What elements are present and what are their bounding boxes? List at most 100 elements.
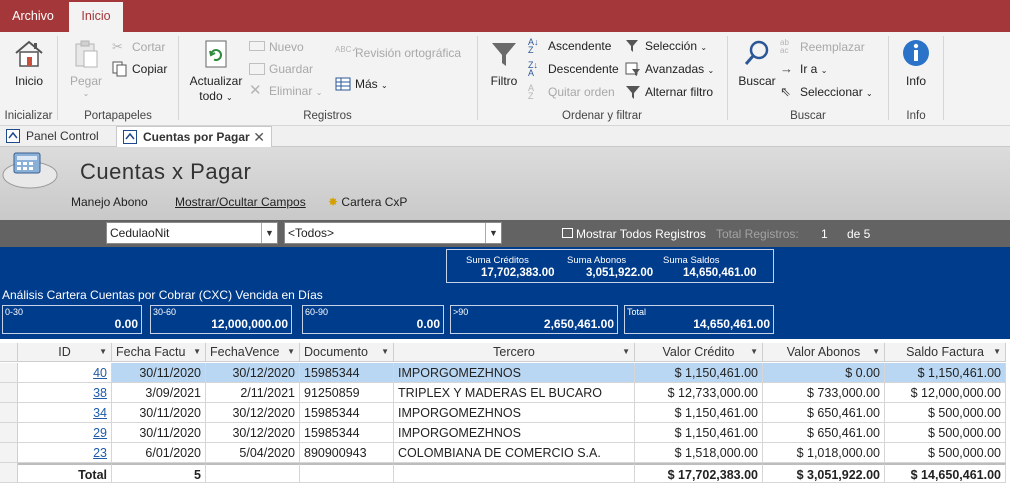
column-header-id[interactable]: ID ▼ <box>18 343 112 362</box>
cell-valor-credito[interactable]: $ 1,150,461.00 <box>635 403 763 423</box>
id-link[interactable]: 34 <box>93 406 107 420</box>
row-selector[interactable] <box>0 363 18 383</box>
tab-inicio[interactable]: Inicio <box>69 2 123 32</box>
filtro-button[interactable]: Filtro <box>486 36 522 88</box>
select-all-corner[interactable] <box>0 343 18 362</box>
cell-saldo-factura[interactable]: $ 500,000.00 <box>885 403 1006 423</box>
chevron-down-icon[interactable]: ▼ <box>993 343 1001 361</box>
chevron-down-icon[interactable]: ▼ <box>872 343 880 361</box>
cell-tercero[interactable]: COLOMBIANA DE COMERCIO S.A. <box>394 443 635 463</box>
guardar-button[interactable]: Guardar <box>249 59 313 79</box>
cell-fecha-vence[interactable]: 5/04/2020 <box>206 443 300 463</box>
id-link[interactable]: 40 <box>93 366 107 380</box>
column-header-tercero[interactable]: Tercero ▼ <box>394 343 635 362</box>
actualizar-todo-button[interactable]: Actualizar todo ⌄ <box>185 36 247 105</box>
cell-id[interactable]: 23 <box>18 443 112 463</box>
pegar-button[interactable]: Pegar ⌄ <box>66 36 106 98</box>
cell-fecha-vence[interactable]: 2/11/2021 <box>206 383 300 403</box>
cell-tercero[interactable]: IMPORGOMEZHNOS <box>394 403 635 423</box>
mostrar-todos-button[interactable]: Mostrar Todos Registros <box>562 227 706 241</box>
cell-id[interactable]: 40 <box>18 363 112 383</box>
ira-button[interactable]: → Ir a ⌄ <box>780 59 827 79</box>
cell-tercero[interactable]: TRIPLEX Y MADERAS EL BUCARO <box>394 383 635 403</box>
cell-documento[interactable]: 15985344 <box>300 363 394 383</box>
table-row[interactable]: 29 30/11/2020 30/12/2020 15985344 IMPORG… <box>0 423 1010 443</box>
chevron-down-icon[interactable]: ▼ <box>381 343 389 361</box>
cell-id[interactable]: 34 <box>18 403 112 423</box>
cell-valor-credito[interactable]: $ 12,733,000.00 <box>635 383 763 403</box>
column-header-valor-credito[interactable]: Valor Crédito ▼ <box>635 343 763 362</box>
manejo-abono-button[interactable]: Manejo Abono <box>71 195 148 209</box>
cell-fecha-factura[interactable]: 6/01/2020 <box>112 443 206 463</box>
column-header-documento[interactable]: Documento ▼ <box>300 343 394 362</box>
tab-panel-control[interactable]: Panel Control <box>0 126 114 147</box>
tab-archivo[interactable]: Archivo <box>0 0 66 32</box>
cell-documento[interactable]: 890900943 <box>300 443 394 463</box>
column-header-saldo-factura[interactable]: Saldo Factura ▼ <box>885 343 1006 362</box>
cell-tercero[interactable]: IMPORGOMEZHNOS <box>394 423 635 443</box>
cell-fecha-factura[interactable]: 30/11/2020 <box>112 423 206 443</box>
mostrar-ocultar-campos-button[interactable]: Mostrar/Ocultar Campos <box>175 195 306 209</box>
cell-id[interactable]: 29 <box>18 423 112 443</box>
column-header-fecha-factura[interactable]: Fecha Factu ▼ <box>112 343 206 362</box>
field-selector-combo[interactable]: CedulaoNit ▼ <box>106 222 278 244</box>
cell-fecha-factura[interactable]: 30/11/2020 <box>112 403 206 423</box>
alternar-filtro-button[interactable]: Alternar filtro <box>625 82 713 102</box>
close-icon[interactable]: ✕ <box>253 127 265 147</box>
table-row[interactable]: 38 3/09/2021 2/11/2021 91250859 TRIPLEX … <box>0 383 1010 403</box>
mas-button[interactable]: Más ⌄ <box>335 74 388 94</box>
ortografia-button[interactable]: ABC✓Revisión ortográfica <box>335 43 461 63</box>
cell-saldo-factura[interactable]: $ 12,000,000.00 <box>885 383 1006 403</box>
chevron-down-icon[interactable]: ▼ <box>287 343 295 361</box>
info-button[interactable]: Info <box>895 36 937 88</box>
cell-valor-abonos[interactable]: $ 650,461.00 <box>763 423 885 443</box>
chevron-down-icon[interactable]: ▼ <box>622 343 630 361</box>
chevron-down-icon[interactable]: ▼ <box>99 343 107 361</box>
inicio-button[interactable]: Inicio <box>6 36 52 88</box>
cell-fecha-vence[interactable]: 30/12/2020 <box>206 403 300 423</box>
row-selector[interactable] <box>0 443 18 463</box>
tab-cuentas-por-pagar[interactable]: Cuentas por Pagar ✕ <box>116 126 272 148</box>
cell-valor-credito[interactable]: $ 1,518,000.00 <box>635 443 763 463</box>
column-header-fecha-vence[interactable]: FechaVence ▼ <box>206 343 300 362</box>
chevron-down-icon[interactable]: ▼ <box>261 223 277 243</box>
cell-valor-credito[interactable]: $ 1,150,461.00 <box>635 423 763 443</box>
row-selector[interactable] <box>0 383 18 403</box>
copiar-button[interactable]: Copiar <box>112 59 167 79</box>
row-selector[interactable] <box>0 423 18 443</box>
cell-fecha-vence[interactable]: 30/12/2020 <box>206 423 300 443</box>
cortar-button[interactable]: ✂ Cortar <box>112 37 165 57</box>
chevron-down-icon[interactable]: ▼ <box>193 343 201 361</box>
cell-fecha-factura[interactable]: 3/09/2021 <box>112 383 206 403</box>
table-row[interactable]: 23 6/01/2020 5/04/2020 890900943 COLOMBI… <box>0 443 1010 463</box>
cell-documento[interactable]: 15985344 <box>300 403 394 423</box>
id-link[interactable]: 29 <box>93 426 107 440</box>
cell-valor-abonos[interactable]: $ 1,018,000.00 <box>763 443 885 463</box>
buscar-button[interactable]: Buscar <box>734 36 780 88</box>
cell-saldo-factura[interactable]: $ 500,000.00 <box>885 423 1006 443</box>
quitar-orden-button[interactable]: A Z Quitar orden <box>528 82 615 102</box>
value-selector-combo[interactable]: <Todos> ▼ <box>284 222 502 244</box>
table-row[interactable]: 40 30/11/2020 30/12/2020 15985344 IMPORG… <box>0 363 1010 383</box>
avanzadas-button[interactable]: Avanzadas ⌄ <box>625 59 714 79</box>
cell-fecha-factura[interactable]: 30/11/2020 <box>112 363 206 383</box>
eliminar-button[interactable]: ✕ Eliminar ⌄ <box>249 81 322 101</box>
chevron-down-icon[interactable]: ▼ <box>750 343 758 361</box>
cell-documento[interactable]: 91250859 <box>300 383 394 403</box>
cell-valor-abonos[interactable]: $ 0.00 <box>763 363 885 383</box>
seleccionar-button[interactable]: ⇖ Seleccionar ⌄ <box>780 82 873 102</box>
cell-fecha-vence[interactable]: 30/12/2020 <box>206 363 300 383</box>
cell-valor-credito[interactable]: $ 1,150,461.00 <box>635 363 763 383</box>
ascendente-button[interactable]: A↓ Z Ascendente <box>528 36 611 56</box>
reemplazar-button[interactable]: ab ac Reemplazar <box>780 37 865 57</box>
descendente-button[interactable]: Z↓ A Descendente <box>528 59 619 79</box>
column-header-valor-abonos[interactable]: Valor Abonos ▼ <box>763 343 885 362</box>
cell-saldo-factura[interactable]: $ 1,150,461.00 <box>885 363 1006 383</box>
row-selector[interactable] <box>0 403 18 423</box>
seleccion-button[interactable]: Selección ⌄ <box>625 36 707 56</box>
table-row[interactable]: 34 30/11/2020 30/12/2020 15985344 IMPORG… <box>0 403 1010 423</box>
cell-saldo-factura[interactable]: $ 500,000.00 <box>885 443 1006 463</box>
id-link[interactable]: 38 <box>93 386 107 400</box>
chevron-down-icon[interactable]: ▼ <box>485 223 501 243</box>
cell-valor-abonos[interactable]: $ 650,461.00 <box>763 403 885 423</box>
